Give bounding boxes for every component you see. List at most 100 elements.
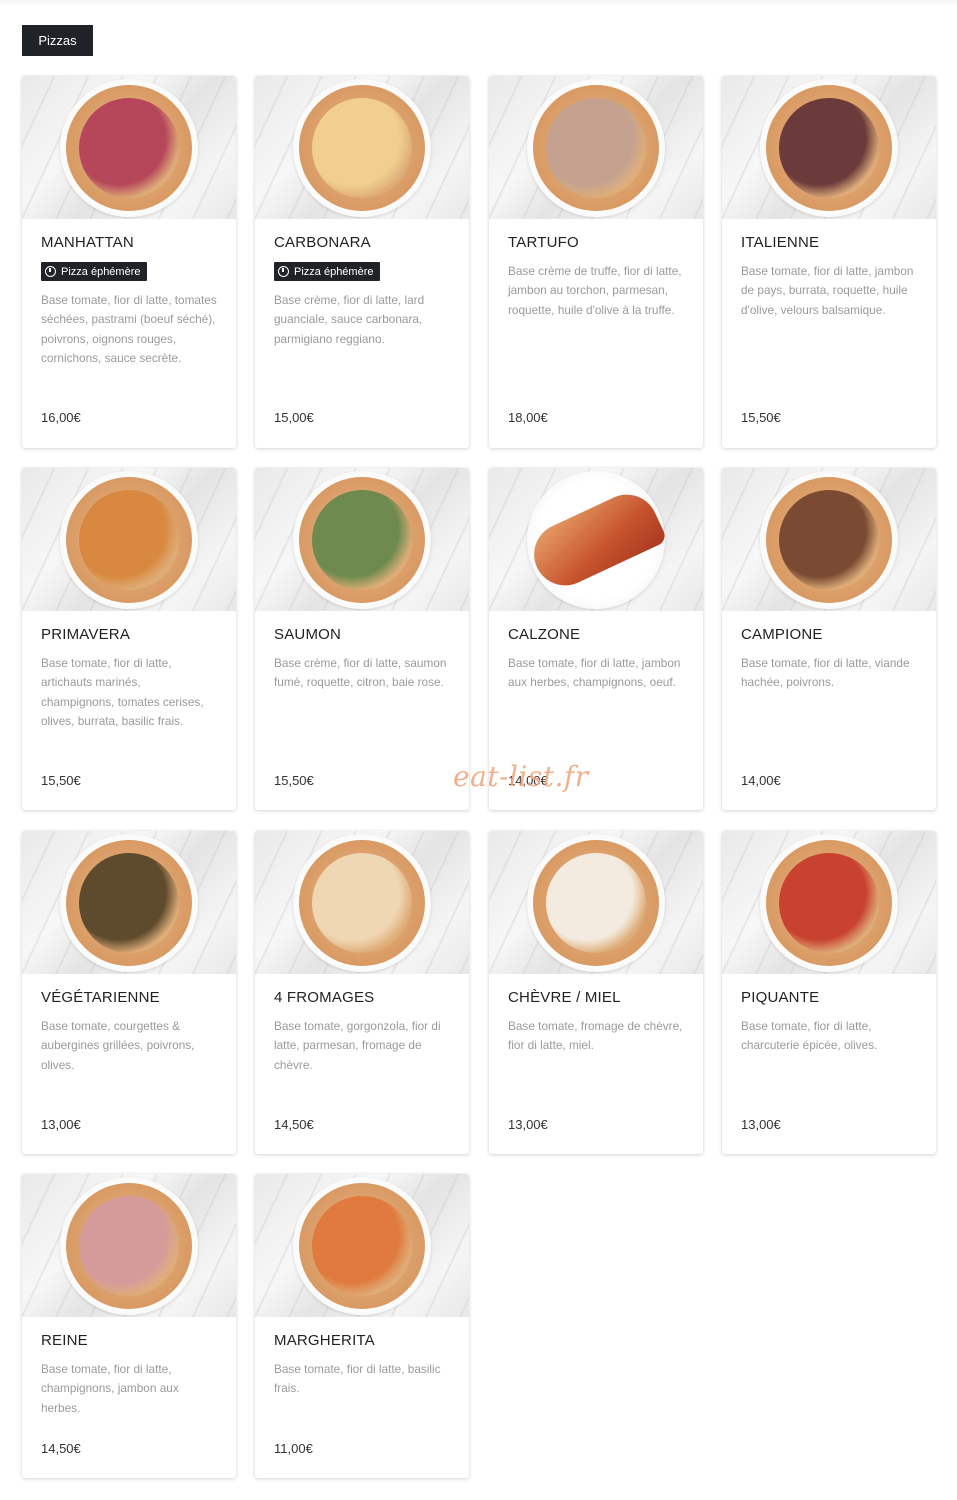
clock-icon <box>278 266 289 277</box>
card-body: REINE Base tomate, fior di latte, champi… <box>22 1317 236 1418</box>
card-body: CALZONE Base tomate, fior di latte, jamb… <box>489 611 703 693</box>
pizza-photo <box>22 1174 236 1317</box>
pizza-photo <box>489 831 703 974</box>
pizza-price: 15,00€ <box>274 410 314 425</box>
pizza-name: 4 FROMAGES <box>274 989 375 1006</box>
pizza-name: TARTUFO <box>508 234 579 251</box>
pizza-photo <box>255 468 469 611</box>
pizza-photo <box>22 468 236 611</box>
pizza-price: 13,00€ <box>41 1117 81 1132</box>
topping-fill <box>779 852 879 953</box>
pizza-price: 13,00€ <box>508 1117 548 1132</box>
topping-fill <box>312 489 412 590</box>
pizza-description: Base tomate, fior di latte, artichauts m… <box>41 656 204 729</box>
pizza-name: SAUMON <box>274 626 342 643</box>
pizza-price: 15,50€ <box>274 773 314 788</box>
menu-item-card[interactable]: ITALIENNE Base tomate, fior di latte, ja… <box>722 76 936 448</box>
menu-item-card[interactable]: PIQUANTE Base tomate, fior di latte, cha… <box>722 831 936 1154</box>
pizza-price: 14,00€ <box>741 773 781 788</box>
menu-item-card[interactable]: REINE Base tomate, fior di latte, champi… <box>22 1174 236 1478</box>
clock-icon <box>45 266 56 277</box>
pizza-description: Base tomate, fior di latte, champignons,… <box>41 1362 179 1415</box>
ephemeral-badge: Pizza éphémère <box>41 262 147 281</box>
pizza-name: MARGHERITA <box>274 1332 375 1349</box>
pizza-name: CAMPIONE <box>741 626 823 643</box>
pizza-description: Base crème de truffe, fior di latte, jam… <box>508 264 682 317</box>
menu-item-card[interactable]: MARGHERITA Base tomate, fior di latte, b… <box>255 1174 469 1478</box>
card-body: TARTUFO Base crème de truffe, fior di la… <box>489 219 703 320</box>
card-body: 4 FROMAGES Base tomate, gorgonzola, fior… <box>255 974 469 1075</box>
topping-fill <box>312 97 412 198</box>
pizza-description: Base tomate, fior di latte, tomates séch… <box>41 293 217 366</box>
pizza-name: PIQUANTE <box>741 989 820 1006</box>
pizza-photo <box>722 468 936 611</box>
pizza-name: MANHATTAN <box>41 234 134 251</box>
pizza-name: CARBONARA <box>274 234 371 251</box>
pizza-name: CHÈVRE / MIEL <box>508 989 621 1006</box>
menu-item-card[interactable]: 4 FROMAGES Base tomate, gorgonzola, fior… <box>255 831 469 1154</box>
pizza-price: 15,50€ <box>741 410 781 425</box>
pizza-price: 11,00€ <box>274 1441 313 1456</box>
pizza-photo <box>722 76 936 219</box>
pizza-description: Base tomate, fior di latte, viande haché… <box>741 656 910 690</box>
card-body: PRIMAVERA Base tomate, fior di latte, ar… <box>22 611 236 732</box>
pizza-name: REINE <box>41 1332 88 1349</box>
tab-pizzas[interactable]: Pizzas <box>22 25 93 56</box>
menu-item-card[interactable]: MANHATTAN Pizza éphémère Base tomate, fi… <box>22 76 236 448</box>
pizza-price: 15,50€ <box>41 773 81 788</box>
pizza-name: PRIMAVERA <box>41 626 131 643</box>
badge-label: Pizza éphémère <box>61 265 141 278</box>
watermark: eat-list.fr <box>453 760 589 793</box>
card-body: PIQUANTE Base tomate, fior di latte, cha… <box>722 974 936 1056</box>
pizza-price: 13,00€ <box>741 1117 781 1132</box>
card-body: SAUMON Base crème, fior di latte, saumon… <box>255 611 469 693</box>
badge-label: Pizza éphémère <box>294 265 374 278</box>
pizza-photo <box>22 831 236 974</box>
card-body: ITALIENNE Base tomate, fior di latte, ja… <box>722 219 936 320</box>
pizza-price: 16,00€ <box>41 410 81 425</box>
topping-fill <box>546 97 646 198</box>
pizza-description: Base tomate, fior di latte, jambon de pa… <box>741 264 914 317</box>
pizza-photo <box>489 468 703 611</box>
card-body: CAMPIONE Base tomate, fior di latte, via… <box>722 611 936 693</box>
pizza-photo <box>489 76 703 219</box>
topping-fill <box>79 852 179 953</box>
menu-item-card[interactable]: PRIMAVERA Base tomate, fior di latte, ar… <box>22 468 236 810</box>
pizza-price: 18,00€ <box>508 410 548 425</box>
top-shadow-bar <box>0 0 957 6</box>
pizza-photo <box>722 831 936 974</box>
ephemeral-badge: Pizza éphémère <box>274 262 380 281</box>
pizza-name: ITALIENNE <box>741 234 820 251</box>
pizza-description: Base tomate, gorgonzola, fior di latte, … <box>274 1019 441 1072</box>
menu-item-card[interactable]: TARTUFO Base crème de truffe, fior di la… <box>489 76 703 448</box>
menu-item-card[interactable]: CARBONARA Pizza éphémère Base crème, fio… <box>255 76 469 448</box>
menu-item-card[interactable]: VÉGÉTARIENNE Base tomate, courgettes & a… <box>22 831 236 1154</box>
card-body: CHÈVRE / MIEL Base tomate, fromage de ch… <box>489 974 703 1056</box>
pizza-description: Base tomate, fior di latte, basilic frai… <box>274 1362 441 1396</box>
topping-fill <box>546 852 646 953</box>
pizza-description: Base tomate, fior di latte, charcuterie … <box>741 1019 878 1053</box>
pizza-name: CALZONE <box>508 626 581 643</box>
pizza-description: Base crème, fior di latte, saumon fumé, … <box>274 656 447 690</box>
pizza-photo <box>255 831 469 974</box>
topping-fill <box>312 852 412 953</box>
topping-fill <box>779 97 879 198</box>
pizza-photo <box>255 76 469 219</box>
pizza-description: Base crème, fior di latte, lard guancial… <box>274 293 425 346</box>
topping-fill <box>312 1195 412 1296</box>
menu-item-card[interactable]: SAUMON Base crème, fior di latte, saumon… <box>255 468 469 810</box>
menu-item-card[interactable]: CHÈVRE / MIEL Base tomate, fromage de ch… <box>489 831 703 1154</box>
card-body: MANHATTAN Pizza éphémère Base tomate, fi… <box>22 219 236 369</box>
topping-fill <box>79 1195 179 1296</box>
pizza-description: Base tomate, courgettes & aubergines gri… <box>41 1019 195 1072</box>
pizza-photo <box>255 1174 469 1317</box>
pizza-price: 14,50€ <box>41 1441 81 1456</box>
card-body: VÉGÉTARIENNE Base tomate, courgettes & a… <box>22 974 236 1075</box>
pizza-price: 14,50€ <box>274 1117 314 1132</box>
pizza-photo <box>22 76 236 219</box>
menu-item-card[interactable]: CALZONE Base tomate, fior di latte, jamb… <box>489 468 703 810</box>
topping-fill <box>779 489 879 590</box>
topping-fill <box>79 489 179 590</box>
pizza-name: VÉGÉTARIENNE <box>41 989 160 1006</box>
menu-item-card[interactable]: CAMPIONE Base tomate, fior di latte, via… <box>722 468 936 810</box>
